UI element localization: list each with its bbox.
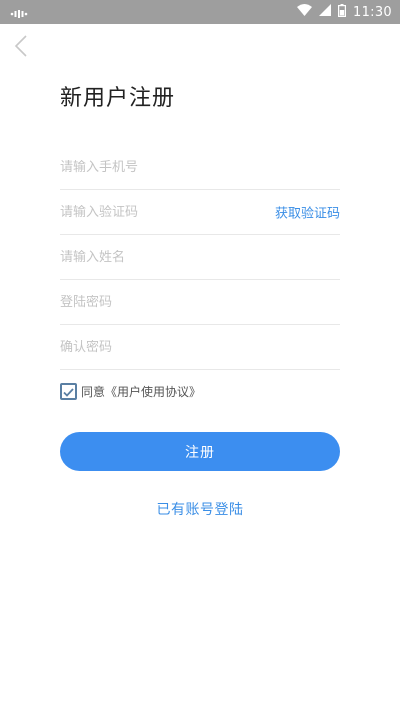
checkmark-icon [63, 382, 74, 401]
phone-input[interactable] [60, 159, 340, 175]
password-input[interactable] [60, 294, 340, 310]
get-code-button[interactable]: 获取验证码 [268, 202, 340, 222]
agreement-text: 同意《用户使用协议》 [81, 383, 201, 400]
name-input[interactable] [60, 249, 340, 265]
phone-field-row [60, 145, 340, 190]
user-agreement-link[interactable]: 《用户使用协议》 [105, 385, 201, 399]
chevron-left-icon [14, 35, 28, 61]
status-time: 11:30 [353, 4, 392, 20]
register-screen: 11:30 新用户注册 获取验证码 [0, 0, 400, 711]
name-field-row [60, 235, 340, 280]
sim-dots-icon [10, 3, 28, 22]
signal-icon [319, 4, 332, 20]
confirm-password-input[interactable] [60, 339, 340, 355]
confirm-password-field-row [60, 325, 340, 370]
code-field-row: 获取验证码 [60, 190, 340, 235]
back-button[interactable] [8, 34, 34, 62]
login-link[interactable]: 已有账号登陆 [0, 499, 400, 519]
status-left [10, 3, 28, 22]
page-title: 新用户注册 [60, 86, 176, 111]
agreement-prefix: 同意 [81, 385, 106, 399]
register-button[interactable]: 注册 [60, 432, 340, 471]
agree-checkbox[interactable] [60, 383, 77, 400]
agreement-row: 同意《用户使用协议》 [60, 383, 201, 400]
battery-icon [338, 3, 347, 21]
register-form: 获取验证码 [60, 145, 340, 370]
password-field-row [60, 280, 340, 325]
status-bar: 11:30 [0, 0, 400, 24]
wifi-icon [297, 4, 313, 20]
status-right: 11:30 [297, 3, 392, 21]
